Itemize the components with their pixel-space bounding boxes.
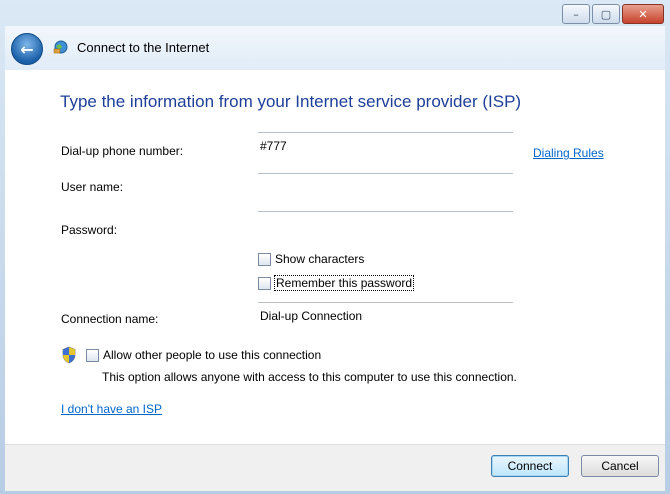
connect-button-label: Connect <box>507 459 553 473</box>
cancel-button-label: Cancel <box>601 459 639 473</box>
dialog-title: Connect to the Internet <box>77 40 210 55</box>
remember-password-checkbox[interactable] <box>258 276 271 290</box>
allow-others-option[interactable]: Allow other people to use this connectio… <box>86 348 321 362</box>
dialog-footer: Connect Cancel <box>5 444 665 491</box>
back-button[interactable]: ← <box>11 33 43 65</box>
remember-password-label: Remember this password <box>273 275 415 291</box>
connection-name-label: Connection name: <box>61 312 159 326</box>
password-label: Password: <box>61 223 118 237</box>
connect-button[interactable]: Connect <box>491 455 569 477</box>
uac-shield-icon <box>62 346 76 364</box>
close-icon: ✕ <box>638 7 648 21</box>
maximize-button[interactable]: ▢ <box>592 4 620 24</box>
page-heading: Type the information from your Internet … <box>60 92 522 111</box>
back-arrow-icon: ← <box>20 39 34 59</box>
show-characters-checkbox[interactable] <box>258 252 271 266</box>
dialog-header: ← Connect to the Internet <box>5 26 665 70</box>
dialing-rules-link[interactable]: Dialing Rules <box>533 146 604 160</box>
main-content: Type the information from your Internet … <box>5 70 665 444</box>
show-characters-label: Show characters <box>275 252 365 266</box>
dialog-window: – ▢ ✕ ← Connect to the Internet Type the… <box>0 0 670 494</box>
allow-others-description: This option allows anyone with access to… <box>102 370 517 384</box>
cancel-button[interactable]: Cancel <box>581 455 659 477</box>
connection-name-field[interactable]: Dial-up Connection <box>258 302 513 330</box>
username-field[interactable] <box>258 173 513 201</box>
phone-number-field[interactable]: #777 <box>258 132 513 160</box>
close-button[interactable]: ✕ <box>622 4 664 24</box>
phone-label: Dial-up phone number: <box>61 144 184 158</box>
password-field[interactable] <box>258 211 513 239</box>
window-controls: – ▢ ✕ <box>562 4 664 26</box>
allow-others-checkbox[interactable] <box>86 348 99 362</box>
show-characters-option[interactable]: Show characters <box>258 252 364 266</box>
no-isp-link[interactable]: I don't have an ISP <box>61 402 162 416</box>
username-label: User name: <box>61 180 124 194</box>
maximize-icon: ▢ <box>600 7 612 21</box>
remember-password-option[interactable]: Remember this password <box>258 275 415 291</box>
allow-others-label: Allow other people to use this connectio… <box>103 348 322 362</box>
network-globe-icon <box>53 40 68 54</box>
minimize-button[interactable]: – <box>562 4 590 24</box>
minimize-icon: – <box>573 7 579 21</box>
